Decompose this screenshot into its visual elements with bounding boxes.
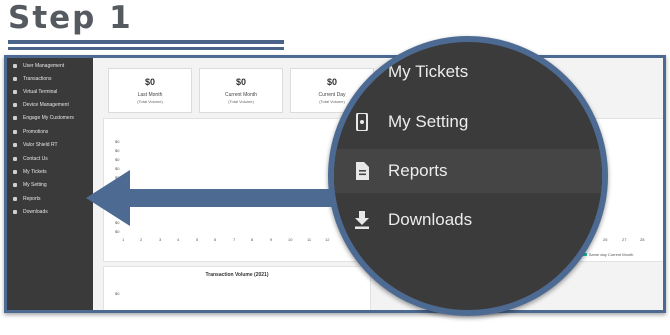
- sidebar-item-user-management[interactable]: User Management: [7, 60, 93, 72]
- sidebar-item-virtual-terminal[interactable]: Virtual Terminal: [7, 86, 93, 98]
- y-tick-label: $0: [115, 148, 120, 153]
- legend-current-month-label: Same day Current Month: [588, 252, 634, 257]
- sidebar-item-label: User Management: [23, 63, 65, 69]
- step-heading: Step 1: [8, 0, 133, 36]
- x-tick-label: 12: [325, 237, 330, 242]
- sidebar-item-valor-shield-rt[interactable]: Valor Shield RT: [7, 139, 93, 151]
- sidebar-item-label: Contact Us: [23, 156, 48, 162]
- download-icon: [13, 210, 17, 214]
- sidebar: User Management Transactions Virtual Ter…: [7, 58, 93, 310]
- x-tick-label: 6: [214, 237, 217, 242]
- x-tick-label: 7: [233, 237, 236, 242]
- sidebar-item-reports[interactable]: Reports: [7, 193, 93, 205]
- menu-item-label: My Tickets: [388, 62, 469, 81]
- menu-item-label: Reports: [388, 161, 448, 180]
- card-value: $0: [235, 77, 246, 87]
- card-label: Current Month: [225, 92, 257, 98]
- sidebar-item-transactions[interactable]: Transactions: [7, 73, 93, 85]
- sidebar-item-contact-us[interactable]: Contact Us: [7, 153, 93, 165]
- sidebar-item-my-tickets[interactable]: My Tickets: [7, 166, 93, 178]
- x-tick-label: 10: [288, 237, 293, 242]
- sidebar-item-my-setting[interactable]: My Setting: [7, 179, 93, 191]
- menu-item-reports[interactable]: Reports: [334, 149, 602, 193]
- x-tick-label: 27: [622, 237, 627, 242]
- contact-icon: [13, 157, 17, 161]
- sidebar-item-label: Valor Shield RT: [23, 142, 58, 148]
- sidebar-item-label: Engage My Customers: [23, 115, 74, 121]
- sidebar-item-label: Device Management: [23, 102, 69, 108]
- y-tick-label: $0: [115, 139, 120, 144]
- sidebar-item-downloads[interactable]: Downloads: [7, 206, 93, 218]
- panel-title: Transaction Volume (2021): [205, 272, 269, 278]
- pointer-arrow-icon: [86, 170, 332, 226]
- card-value: $0: [144, 77, 155, 87]
- menu-item-my-tickets[interactable]: My Tickets: [334, 50, 602, 94]
- y-tick-label: $0: [115, 291, 120, 296]
- sidebar-item-promotions[interactable]: Promotions: [7, 126, 93, 138]
- menu-item-label: Downloads: [388, 210, 473, 229]
- sidebar-item-label: My Tickets: [23, 169, 47, 175]
- gear-icon: [13, 183, 17, 187]
- ticket-icon: [13, 170, 17, 174]
- x-tick-label: 11: [307, 237, 312, 242]
- sidebar-item-device-management[interactable]: Device Management: [7, 99, 93, 111]
- user-management-icon: [13, 64, 17, 68]
- heading-rule-top: [8, 40, 284, 44]
- menu-item-my-setting[interactable]: My Setting: [334, 100, 602, 144]
- report-icon: [13, 197, 17, 201]
- card-sublabel: (Total Volume): [228, 99, 254, 104]
- shield-icon: [13, 143, 17, 147]
- transactions-icon: [13, 77, 17, 81]
- card-sublabel: (Total Volume): [137, 99, 163, 104]
- phone-settings-icon: [354, 113, 370, 131]
- download-icon: [354, 211, 370, 229]
- sidebar-item-engage-my-customers[interactable]: Engage My Customers: [7, 112, 93, 124]
- transaction-volume-panel: Transaction Volume (2021) $0: [103, 266, 371, 310]
- ticket-icon: [354, 63, 370, 81]
- sidebar-item-label: Transactions: [23, 76, 52, 82]
- x-tick-label: 1: [122, 237, 125, 242]
- x-tick-label: 26: [603, 237, 608, 242]
- magnifier-lens: My Tickets My Setting Reports Downloads: [328, 36, 608, 316]
- x-tick-label: 2: [140, 237, 143, 242]
- x-tick-label: 3: [159, 237, 162, 242]
- summary-card-last-month: $0 Last Month (Total Volume): [108, 68, 192, 113]
- sidebar-item-label: Virtual Terminal: [23, 89, 58, 95]
- y-tick-label: $0: [115, 157, 120, 162]
- report-icon: [354, 162, 370, 180]
- menu-item-downloads[interactable]: Downloads: [334, 198, 602, 242]
- terminal-icon: [13, 90, 17, 94]
- heading-rule-bottom: [8, 47, 284, 50]
- sidebar-item-label: My Setting: [23, 182, 47, 188]
- x-tick-label: 5: [196, 237, 199, 242]
- y-tick-label: $0: [115, 229, 120, 234]
- sidebar-item-label: Reports: [23, 196, 41, 202]
- sidebar-item-label: Downloads: [23, 209, 48, 215]
- device-icon: [13, 103, 17, 107]
- sidebar-item-label: Promotions: [23, 129, 49, 135]
- x-tick-label: 28: [640, 237, 645, 242]
- menu-item-label: My Setting: [388, 112, 469, 131]
- x-tick-label: 4: [177, 237, 180, 242]
- card-label: Last Month: [137, 92, 163, 98]
- x-tick-label: 9: [270, 237, 273, 242]
- summary-card-current-month: $0 Current Month (Total Volume): [199, 68, 283, 113]
- engage-icon: [13, 116, 17, 120]
- x-tick-label: 8: [251, 237, 254, 242]
- tag-icon: [13, 130, 17, 134]
